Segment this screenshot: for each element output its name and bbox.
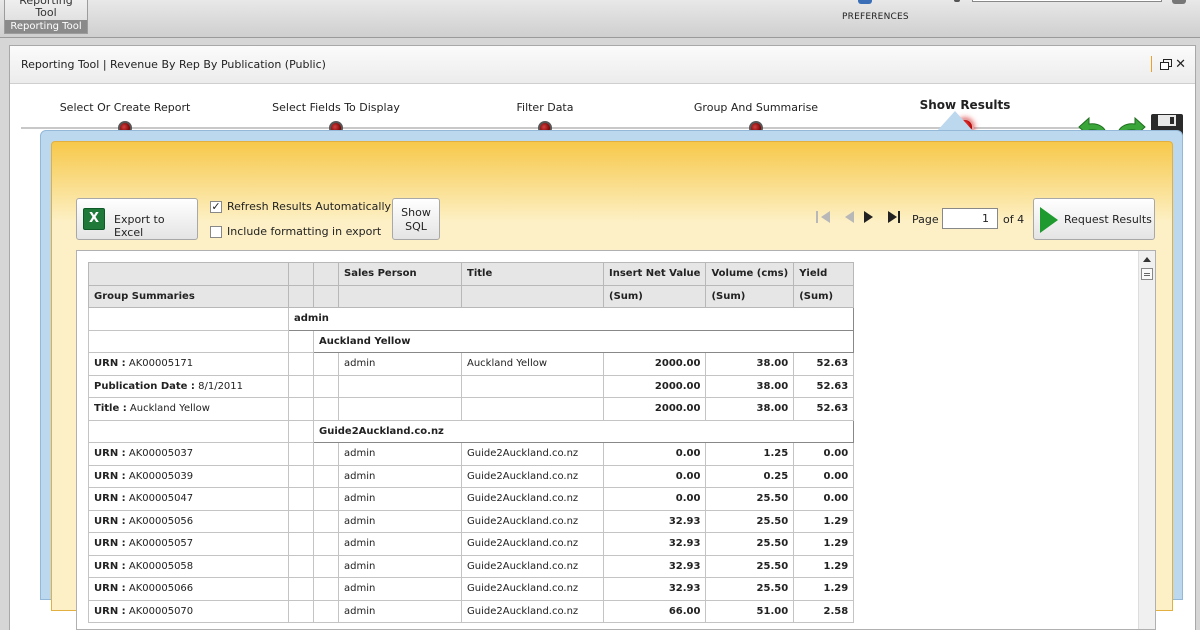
title-separator — [1151, 56, 1153, 72]
wizard-step-label: Group And Summarise — [693, 101, 819, 114]
wizard-step-label: Select Fields To Display — [272, 101, 400, 114]
panel-pointer — [937, 111, 973, 131]
show-sql-label: Show — [401, 206, 431, 219]
table-row[interactable]: URN : AK00005057 admin Guide2Auckland.co… — [88, 532, 855, 556]
request-results-button[interactable]: Request Results — [1033, 198, 1155, 240]
refresh-automatically-checkbox[interactable]: ✓ Refresh Results Automatically — [210, 200, 391, 213]
search-input[interactable] — [972, 0, 1162, 2]
results-grid: Sales Person Title Insert Net Value Volu… — [76, 250, 1156, 630]
window-title: Reporting Tool | Revenue By Rep By Publi… — [10, 46, 1195, 84]
export-to-excel-button[interactable]: X Export to Excel — [76, 198, 198, 240]
scroll-up-icon[interactable] — [1143, 257, 1151, 262]
group-label: Auckland Yellow — [312, 329, 855, 353]
play-icon — [1040, 207, 1058, 233]
page-count: of 4 — [1003, 213, 1025, 226]
vertical-scrollbar[interactable] — [1138, 251, 1155, 629]
checkbox-checked-icon[interactable]: ✓ — [210, 200, 222, 213]
checkbox-icon[interactable] — [210, 225, 222, 238]
col-yield[interactable]: Yield — [793, 262, 855, 286]
table-row[interactable]: URN : AK00005047 admin Guide2Auckland.co… — [88, 487, 855, 511]
next-page-icon[interactable] — [862, 210, 878, 224]
table-row[interactable]: URN : AK00005039 admin Guide2Auckland.co… — [88, 464, 855, 488]
include-formatting-checkbox[interactable]: Include formatting in export — [210, 225, 381, 238]
scroll-thumb[interactable] — [1141, 268, 1153, 280]
sum-label: (Sum) — [602, 284, 707, 308]
group-summaries-label: Group Summaries — [88, 284, 289, 308]
app-bar: Reporting Tool Reporting Tool PREFERENCE… — [0, 0, 1200, 38]
tile-footer: Reporting Tool — [5, 20, 87, 33]
col-insert-net-value[interactable]: Insert Net Value — [602, 262, 707, 286]
group-label: Guide2Auckland.co.nz — [312, 419, 855, 443]
refresh-label: Refresh Results Automatically — [227, 200, 392, 213]
table-row[interactable]: Title : Auckland Yellow 2000.00 38.00 52… — [88, 397, 855, 421]
tile-label: Reporting Tool — [19, 0, 73, 19]
summary-header-row: Group Summaries (Sum) (Sum) (Sum) — [88, 284, 855, 308]
preferences-icon[interactable] — [858, 0, 872, 4]
export-label: Export to Excel — [114, 213, 165, 239]
show-sql-label-2: SQL — [405, 220, 427, 233]
request-label: Request Results — [1064, 213, 1152, 226]
col-title[interactable]: Title — [461, 262, 604, 286]
col-sales-person[interactable]: Sales Person — [338, 262, 462, 286]
group-row-guide: Guide2Auckland.co.nz — [88, 419, 855, 443]
search-button[interactable] — [1172, 0, 1186, 4]
close-icon[interactable]: ✕ — [1175, 58, 1186, 71]
page-label: Page — [912, 213, 939, 226]
last-page-icon[interactable] — [886, 210, 902, 224]
table-row[interactable]: URN : AK00005070 admin Guide2Auckland.co… — [88, 599, 855, 623]
sum-label: (Sum) — [793, 284, 855, 308]
header-row: Sales Person Title Insert Net Value Volu… — [88, 262, 855, 286]
table-row[interactable]: Publication Date : 8/1/2011 2000.00 38.0… — [88, 374, 855, 398]
restore-icon[interactable] — [1160, 58, 1173, 70]
table-row[interactable]: URN : AK00005056 admin Guide2Auckland.co… — [88, 509, 855, 533]
wizard-step-label: Show Results — [919, 98, 1011, 112]
table-row[interactable]: URN : AK00005058 admin Guide2Auckland.co… — [88, 554, 855, 578]
dropdown-icon[interactable] — [954, 0, 960, 2]
group-label: admin — [287, 307, 855, 331]
preferences-link[interactable]: PREFERENCES — [842, 12, 909, 22]
wizard-step-label: Select Or Create Report — [59, 101, 191, 114]
group-row-auckland: Auckland Yellow — [88, 329, 855, 353]
show-sql-button[interactable]: Show SQL — [392, 198, 440, 240]
reporting-tool-tile[interactable]: Reporting Tool Reporting Tool — [4, 0, 88, 34]
table-row[interactable]: URN : AK00005171 admin Auckland Yellow 2… — [88, 352, 855, 376]
table-row[interactable]: URN : AK00005037 admin Guide2Auckland.co… — [88, 442, 855, 466]
sum-label: (Sum) — [705, 284, 795, 308]
wizard-step-label: Filter Data — [516, 101, 574, 114]
first-page-icon[interactable] — [814, 210, 830, 224]
page-number-input[interactable]: 1 — [942, 208, 998, 229]
previous-page-icon[interactable] — [838, 210, 854, 224]
excel-icon: X — [83, 208, 105, 230]
formatting-label: Include formatting in export — [227, 225, 382, 238]
pager — [814, 210, 910, 224]
col-volume[interactable]: Volume (cms) — [705, 262, 795, 286]
table-row[interactable]: URN : AK00005066 admin Guide2Auckland.co… — [88, 577, 855, 601]
results-table: Sales Person Title Insert Net Value Volu… — [88, 262, 855, 623]
group-row-admin: admin — [88, 307, 855, 331]
